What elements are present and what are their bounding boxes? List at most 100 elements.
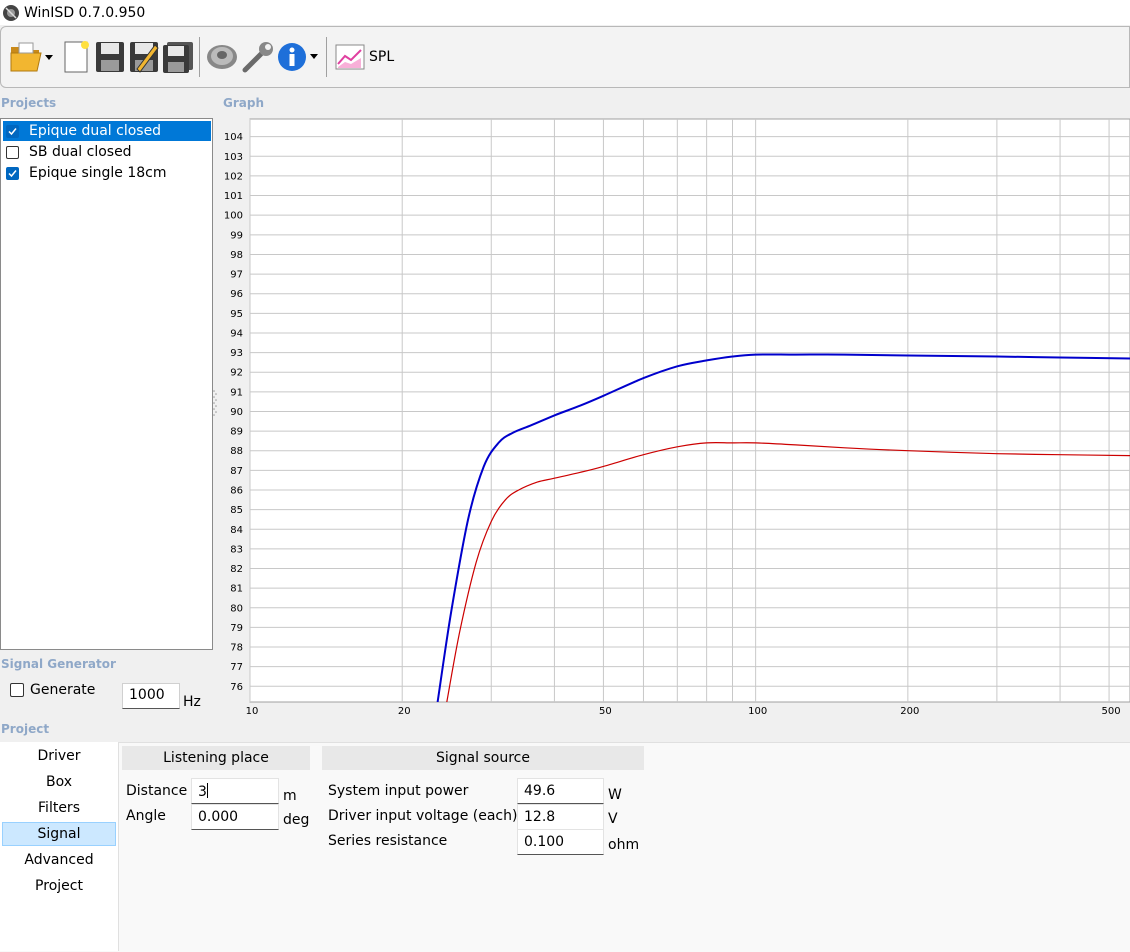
x-tick-label: 100: [748, 706, 767, 717]
driver-icon: [207, 45, 237, 69]
project-checkbox[interactable]: [6, 166, 19, 180]
y-tick-label: 82: [230, 564, 243, 575]
signal-source-header: Signal source: [322, 746, 644, 770]
project-item[interactable]: Epique single 18cm: [3, 163, 211, 183]
y-tick-label: 89: [230, 427, 243, 438]
y-tick-label: 79: [230, 623, 243, 634]
y-tick-label: 84: [230, 525, 243, 536]
project-checkbox[interactable]: [6, 124, 19, 138]
y-tick-label: 91: [230, 387, 243, 398]
voltage-unit: V: [608, 811, 618, 827]
listening-place-header: Listening place: [122, 746, 310, 770]
nav-item-box[interactable]: Box: [2, 770, 116, 794]
generate-option[interactable]: Generate: [10, 682, 95, 698]
graph-panel: 76 77 78 79 80 81 82 83 84 85 86 87 88 89 90 91 92 93 94 95…: [215, 112, 1130, 717]
power-label: System input power: [328, 783, 469, 799]
y-tick-label: 104: [224, 132, 243, 143]
checkmark-icon: [8, 169, 17, 177]
nav-item-filters[interactable]: Filters: [2, 796, 116, 820]
y-tick-label: 90: [230, 407, 243, 418]
angle-label: Angle: [126, 808, 166, 824]
nav-item-driver[interactable]: Driver: [2, 744, 116, 768]
y-tick-label: 83: [230, 544, 243, 555]
power-input[interactable]: 49.6: [517, 778, 604, 804]
new-project-button[interactable]: [61, 37, 93, 77]
y-tick-label: 93: [230, 348, 243, 359]
x-tick-label: 50: [599, 706, 612, 717]
graph-label: Graph: [223, 96, 264, 110]
x-tick-label: 500: [1102, 706, 1121, 717]
save-all-button[interactable]: [161, 37, 195, 77]
y-tick-label: 81: [230, 584, 243, 595]
project-item[interactable]: SB dual closed: [3, 142, 211, 162]
distance-unit: m: [283, 788, 297, 804]
y-tick-label: 96: [230, 289, 243, 300]
driver-button[interactable]: [204, 37, 240, 77]
y-tick-label: 86: [230, 486, 243, 497]
resistance-unit: ohm: [608, 837, 640, 853]
spl-graph-button[interactable]: SPL: [335, 37, 394, 77]
tools-button[interactable]: [240, 37, 276, 77]
save-as-icon: [130, 42, 159, 73]
project-item[interactable]: Epique dual closed: [3, 121, 211, 141]
save-button[interactable]: [93, 37, 127, 77]
y-tick-label: 102: [224, 171, 243, 182]
toolbar-separator: [326, 37, 327, 77]
y-tick-label: 80: [230, 603, 243, 614]
app-icon: [3, 4, 19, 21]
nav-item-advanced[interactable]: Advanced: [2, 848, 116, 872]
signal-generator-label: Signal Generator: [1, 657, 116, 671]
y-tick-label: 103: [224, 152, 243, 163]
y-tick-label: 78: [230, 643, 243, 654]
title-bar: WinISD 0.7.0.950: [0, 0, 1130, 25]
x-tick-label: 200: [900, 706, 919, 717]
distance-value: 3: [198, 784, 207, 800]
tools-icon: [242, 42, 273, 73]
open-button[interactable]: [9, 37, 55, 77]
spl-graph-icon: [335, 44, 365, 70]
y-tick-label: 77: [230, 662, 243, 673]
y-tick-label: 94: [230, 328, 243, 339]
angle-input[interactable]: 0.000: [191, 804, 279, 830]
plot-background: [249, 118, 1130, 703]
voltage-input[interactable]: 12.8: [517, 804, 604, 830]
distance-label: Distance: [126, 783, 188, 799]
frequency-unit: Hz: [183, 694, 201, 710]
y-tick-label: 95: [230, 309, 243, 320]
generate-checkbox[interactable]: [10, 683, 24, 697]
window-title: WinISD 0.7.0.950: [24, 4, 146, 21]
distance-input[interactable]: 3: [191, 778, 279, 804]
nav-item-signal[interactable]: Signal: [2, 822, 116, 846]
new-project-icon: [64, 41, 89, 73]
resistance-input[interactable]: 0.100: [517, 829, 604, 855]
projects-label: Projects: [1, 96, 57, 110]
y-tick-label: 100: [224, 211, 243, 222]
toolbar: SPL: [0, 26, 1130, 88]
open-folder-icon: [10, 42, 53, 72]
voltage-label: Driver input voltage (each): [328, 808, 518, 824]
generate-label: Generate: [30, 682, 96, 698]
project-name: Epique dual closed: [29, 123, 162, 139]
projects-list[interactable]: Epique dual closed SB dual closed Epique…: [0, 118, 213, 650]
y-tick-label: 101: [224, 191, 243, 202]
x-tick-label: 20: [398, 706, 411, 717]
nav-item-project[interactable]: Project: [2, 874, 116, 898]
project-name: Epique single 18cm: [29, 165, 167, 181]
angle-unit: deg: [283, 812, 310, 828]
y-tick-label: 99: [230, 230, 243, 241]
spl-chart[interactable]: 76 77 78 79 80 81 82 83 84 85 86 87 88 89 90 91 92 93 94 95…: [215, 112, 1130, 717]
save-as-button[interactable]: [127, 37, 161, 77]
x-tick-label: 10: [246, 706, 259, 717]
y-tick-label: 97: [230, 270, 243, 281]
spl-graph-label: SPL: [369, 49, 395, 65]
project-name: SB dual closed: [29, 144, 132, 160]
y-tick-label: 92: [230, 368, 243, 379]
y-tick-label: 88: [230, 446, 243, 457]
info-button[interactable]: [276, 37, 322, 77]
y-tick-label: 76: [230, 682, 243, 693]
y-tick-label: 85: [230, 505, 243, 516]
resistance-label: Series resistance: [328, 833, 448, 849]
frequency-input[interactable]: 1000: [122, 683, 180, 709]
project-checkbox[interactable]: [6, 145, 19, 159]
y-tick-label: 98: [230, 250, 243, 261]
